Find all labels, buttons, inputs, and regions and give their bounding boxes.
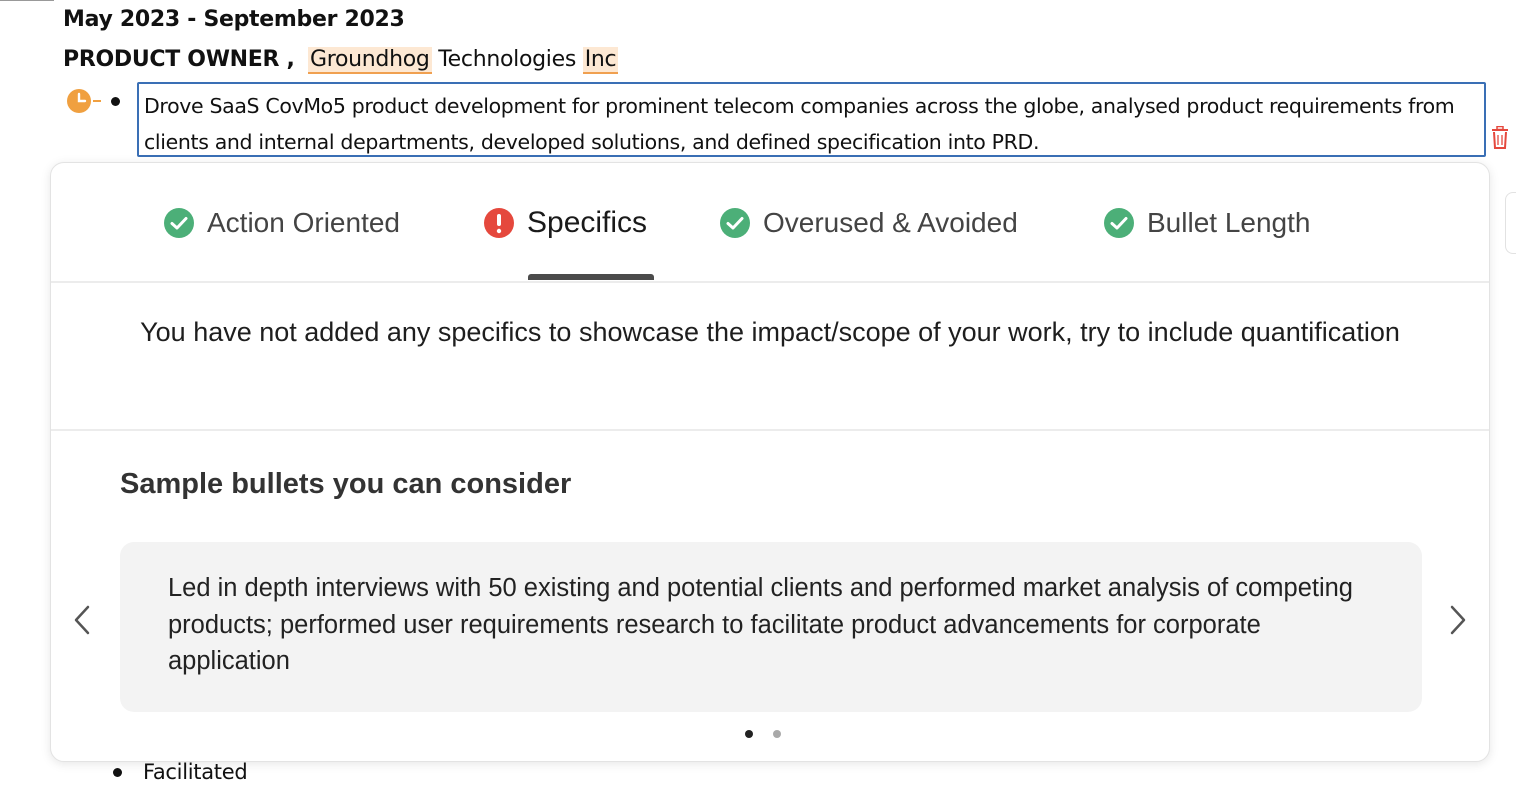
bullet-dot (113, 768, 122, 777)
tab-label: Bullet Length (1147, 207, 1311, 238)
bullet-dot (111, 97, 120, 106)
carousel-dots (745, 729, 781, 739)
feedback-panel: Action Oriented Specifics Overused & Avo… (50, 162, 1490, 762)
next-bullet-text[interactable]: Facilitated (143, 760, 248, 784)
carousel-next-icon[interactable] (1447, 603, 1469, 637)
feedback-tabs: Action Oriented Specifics Overused & Avo… (51, 163, 1489, 283)
carousel-prev-icon[interactable] (71, 603, 93, 637)
sample-bullet-text: Led in depth interviews with 50 existing… (168, 574, 1353, 675)
tab-specifics[interactable]: Specifics (483, 201, 647, 245)
check-circle-icon (1104, 208, 1134, 238)
flagged-word-company[interactable]: Groundhog (307, 47, 432, 74)
experience-role-line: PRODUCT OWNER , Groundhog Technologies I… (63, 47, 619, 74)
tab-label: Overused & Avoided (763, 207, 1018, 238)
tab-overused-avoided[interactable]: Overused & Avoided (719, 201, 1018, 245)
exclamation-circle-icon (484, 208, 514, 238)
trash-icon[interactable] (1490, 126, 1510, 150)
carousel-dot-1[interactable] (745, 730, 753, 738)
side-panel-tab[interactable] (1505, 192, 1516, 254)
tab-action-oriented[interactable]: Action Oriented (163, 201, 400, 245)
check-circle-icon (164, 208, 194, 238)
experience-date-range: May 2023 - September 2023 (63, 7, 405, 32)
feedback-message: You have not added any specifics to show… (140, 317, 1400, 347)
clock-connector (93, 100, 101, 102)
check-circle-icon (720, 208, 750, 238)
sample-bullet-card[interactable]: Led in depth interviews with 50 existing… (120, 542, 1422, 712)
clock-warning-icon[interactable] (66, 88, 92, 114)
carousel-dot-2[interactable] (773, 730, 781, 738)
section-divider (51, 429, 1489, 431)
company-name-part: Technologies (438, 47, 576, 72)
sample-bullets-heading: Sample bullets you can consider (120, 468, 572, 500)
flagged-word-inc[interactable]: Inc (582, 47, 619, 74)
tab-bullet-length[interactable]: Bullet Length (1103, 201, 1310, 245)
resume-editor: May 2023 - September 2023 PRODUCT OWNER … (0, 0, 1516, 790)
active-tab-indicator (528, 274, 654, 280)
tab-label: Action Oriented (207, 207, 400, 238)
bullet-edit-field[interactable]: Drove SaaS CovMo5 product development fo… (137, 82, 1486, 157)
role-title: PRODUCT OWNER , (63, 47, 295, 72)
corner-divider (0, 0, 54, 1)
tab-label: Specifics (527, 206, 648, 239)
